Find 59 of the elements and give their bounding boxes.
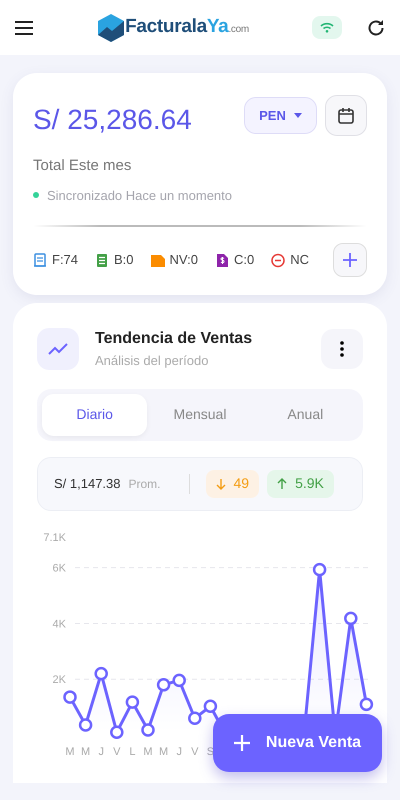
axis-label: M [159,746,168,758]
data-point [141,722,155,736]
currency-dropdown[interactable]: PEN [244,97,317,134]
total-label: Total Este mes [33,156,132,176]
max-badge: 5.9K [267,470,334,498]
axis-label: J [98,746,104,758]
card-subtitle: Análisis del período [95,352,210,370]
axis-label: 2K [52,674,66,686]
logo-text: FacturalaYa.com [125,15,249,40]
caret-icon [294,113,302,118]
axis-label: L [129,746,136,758]
total-amount: S/ 25,286.64 [33,103,192,137]
sync-status: Sincronizado Hace un momento [47,186,232,204]
document-count: NV:0 [170,251,198,270]
document-count: NC [290,251,309,270]
axis-label: M [143,746,153,758]
data-point [156,678,170,692]
axis-label: 7.1K [43,532,66,544]
axis-label: 4K [52,618,66,630]
average-value: S/ 1,147.38 [54,474,120,493]
add-button[interactable] [333,243,367,277]
document-count: F:74 [52,251,78,270]
logo-icon [97,12,126,42]
plus-icon [234,735,250,751]
data-point [126,694,140,708]
data-point [360,697,374,711]
data-point [204,699,218,713]
calendar-icon [337,106,355,124]
data-point [172,673,186,687]
axis-label: V [191,746,198,758]
data-point [312,562,326,576]
data-point [110,724,124,738]
data-point [344,611,358,625]
menu-button[interactable] [14,20,34,36]
data-point [94,666,108,680]
menu-icon [14,20,34,36]
card-title: Tendencia de Ventas [95,329,252,349]
document-count: C:0 [234,251,254,270]
average-label: Prom. [128,476,161,492]
refresh-button[interactable] [366,18,386,38]
period-tab[interactable]: Diario [42,394,148,436]
calendar-button[interactable] [325,95,367,136]
data-point [63,690,77,704]
plus-icon [342,252,358,268]
min-badge: 49 [206,470,260,498]
axis-label: 6K [52,562,66,574]
data-point [188,711,202,725]
more-icon [340,340,344,357]
wifi-icon [320,22,334,33]
axis-label: M [81,746,90,758]
period-tab[interactable]: Mensual [147,394,253,436]
axis-label: M [65,746,75,758]
period-tab[interactable]: Anual [252,394,358,436]
trend-icon [48,342,68,356]
axis-label: V [113,746,120,758]
data-point [78,718,92,732]
new-sale-button[interactable]: Nueva Venta [213,714,382,772]
axis-label: J [176,746,182,758]
document-count: B:0 [114,251,134,270]
